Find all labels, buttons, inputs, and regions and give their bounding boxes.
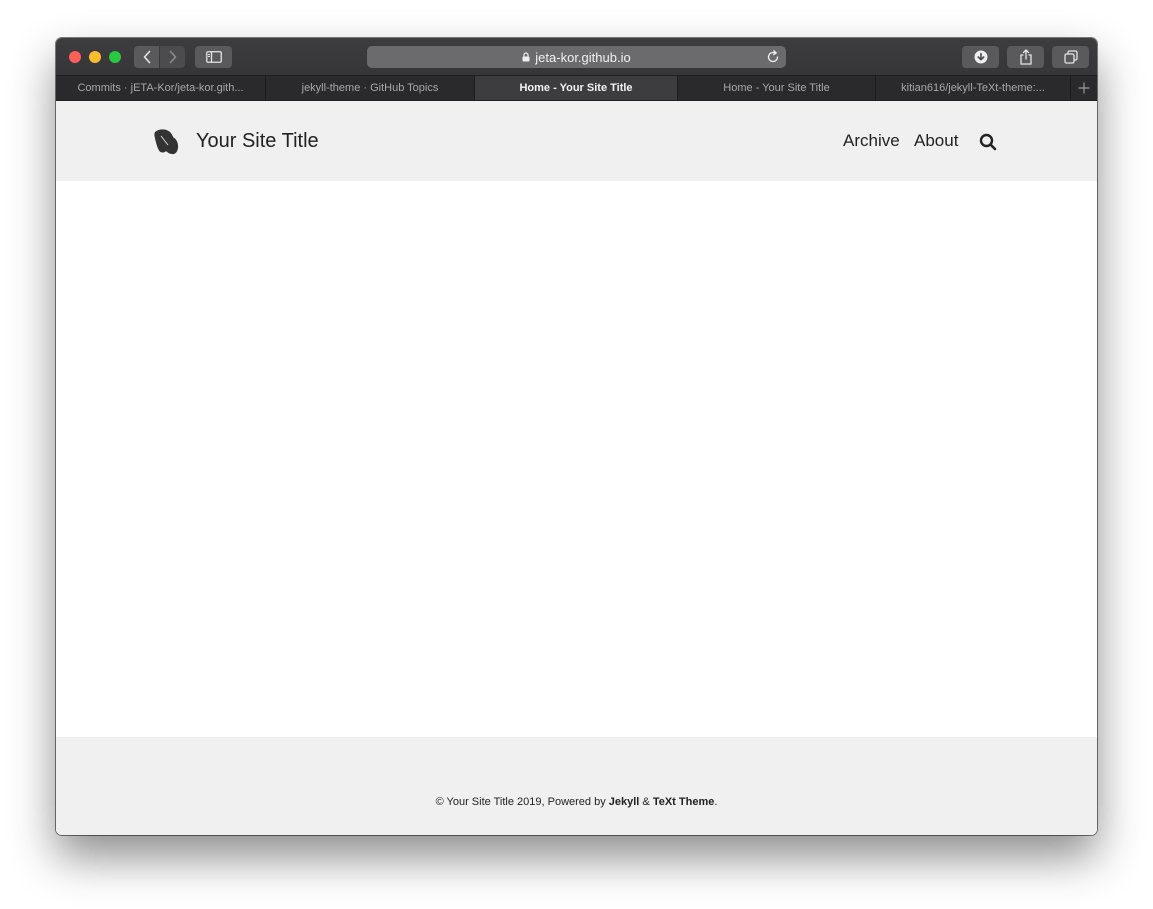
browser-window: jeta-kor.github.io Commits · jETA-Kor/je… [56,38,1097,835]
browser-tab[interactable]: jekyll-theme · GitHub Topics [266,76,475,100]
downloads-button[interactable] [962,46,999,68]
address-bar[interactable]: jeta-kor.github.io [367,46,786,68]
reload-icon[interactable] [766,50,780,64]
share-icon [1019,49,1032,65]
sidebar-icon [205,51,222,63]
new-tab-button[interactable] [1071,76,1097,100]
chevron-right-icon [169,50,176,64]
nav-archive-link[interactable]: Archive [843,131,900,151]
browser-tab[interactable]: Home - Your Site Title [678,76,876,100]
site-header: Your Site Title Archive About [56,101,1097,181]
lock-icon [522,52,530,62]
search-icon[interactable] [979,133,997,151]
site-title[interactable]: Your Site Title [196,130,319,153]
chevron-left-icon [143,50,150,64]
forward-button[interactable] [160,46,185,68]
download-icon [974,50,987,64]
ginkgo-leaf-icon[interactable] [152,127,180,155]
site-footer: © Your Site Title 2019, Powered by Jekyl… [56,737,1097,835]
nav-about-link[interactable]: About [914,131,958,151]
plus-icon [1078,82,1090,94]
back-button[interactable] [134,46,159,68]
browser-tab[interactable]: Commits · jETA-Kor/jeta-kor.gith... [56,76,266,100]
tabs-overview-icon [1063,50,1078,64]
close-window-button[interactable] [69,51,81,63]
footer-copyright: © Your Site Title 2019, Powered by Jekyl… [435,796,718,808]
web-page: Your Site Title Archive About © Your Sit… [56,101,1097,835]
browser-tab[interactable]: kitian616/jekyll-TeXt-theme:... [876,76,1071,100]
browser-toolbar: jeta-kor.github.io [56,38,1097,75]
tab-overview-button[interactable] [1052,46,1089,68]
tab-strip: Commits · jETA-Kor/jeta-kor.gith... jeky… [56,75,1097,101]
text-theme-link[interactable]: TeXt Theme [653,796,715,808]
address-text: jeta-kor.github.io [535,49,631,65]
browser-tab-active[interactable]: Home - Your Site Title [475,76,678,100]
share-button[interactable] [1007,46,1044,68]
sidebar-toggle-button[interactable] [195,46,232,68]
zoom-window-button[interactable] [109,51,121,63]
jekyll-link[interactable]: Jekyll [609,796,640,808]
minimize-window-button[interactable] [89,51,101,63]
